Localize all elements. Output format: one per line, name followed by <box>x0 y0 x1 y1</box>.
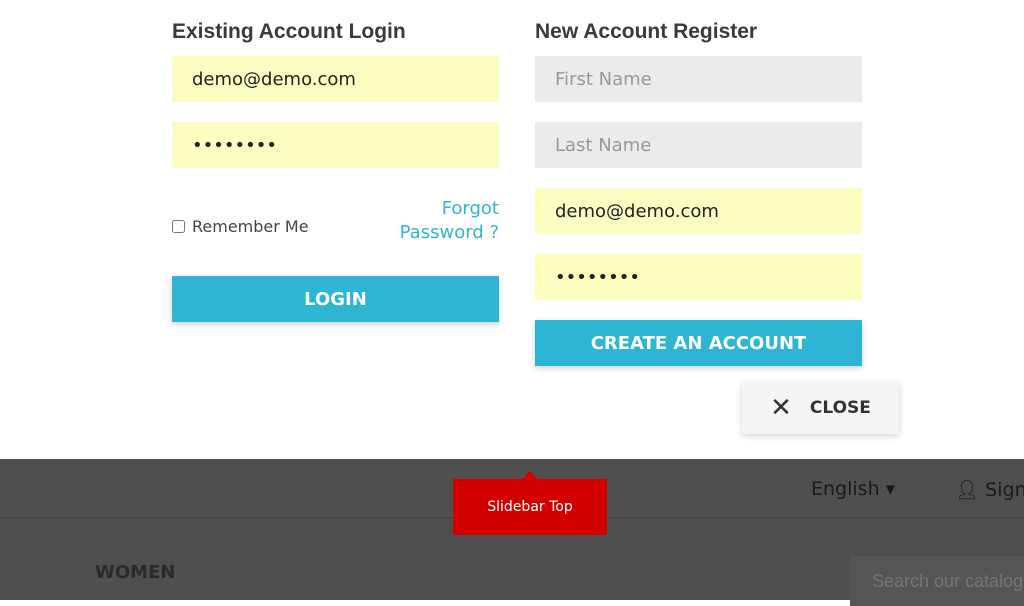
close-icon: ✕ <box>770 393 792 423</box>
login-email-input[interactable] <box>172 56 499 102</box>
register-form: New Account Register CREATE AN ACCOUNT <box>535 20 862 366</box>
close-label: CLOSE <box>809 398 871 418</box>
remember-me[interactable]: Remember Me <box>172 217 309 236</box>
last-name-input[interactable] <box>535 122 862 168</box>
forgot-password-link[interactable]: Forgot Password ? <box>389 197 499 245</box>
slidebar-tooltip: Slidebar Top <box>453 471 607 535</box>
register-password-input[interactable] <box>535 254 862 300</box>
remember-me-label: Remember Me <box>192 216 309 236</box>
search-input[interactable] <box>850 556 1024 606</box>
close-button[interactable]: ✕ CLOSE <box>742 382 899 434</box>
login-password-input[interactable] <box>172 122 499 168</box>
first-name-input[interactable] <box>535 56 862 102</box>
create-account-button[interactable]: CREATE AN ACCOUNT <box>535 320 862 366</box>
register-title: New Account Register <box>535 20 758 43</box>
login-button[interactable]: LOGIN <box>172 276 499 322</box>
register-email-input[interactable] <box>535 188 862 234</box>
login-form: Existing Account Login Remember Me Forgo… <box>172 20 499 322</box>
sign-in-link[interactable]: 👤︎ Sign in <box>955 478 1024 501</box>
menu-item-women[interactable]: WOMEN <box>95 562 175 583</box>
remember-me-checkbox[interactable] <box>172 219 185 233</box>
user-icon: 👤︎ <box>955 479 986 501</box>
page-overlay: English ▾ 👤︎ Sign in Slidebar Top WOMEN <box>0 459 1024 606</box>
login-title: Existing Account Login <box>172 20 406 43</box>
sign-in-label: Sign in <box>985 479 1024 501</box>
language-selector[interactable]: English ▾ <box>811 478 895 500</box>
